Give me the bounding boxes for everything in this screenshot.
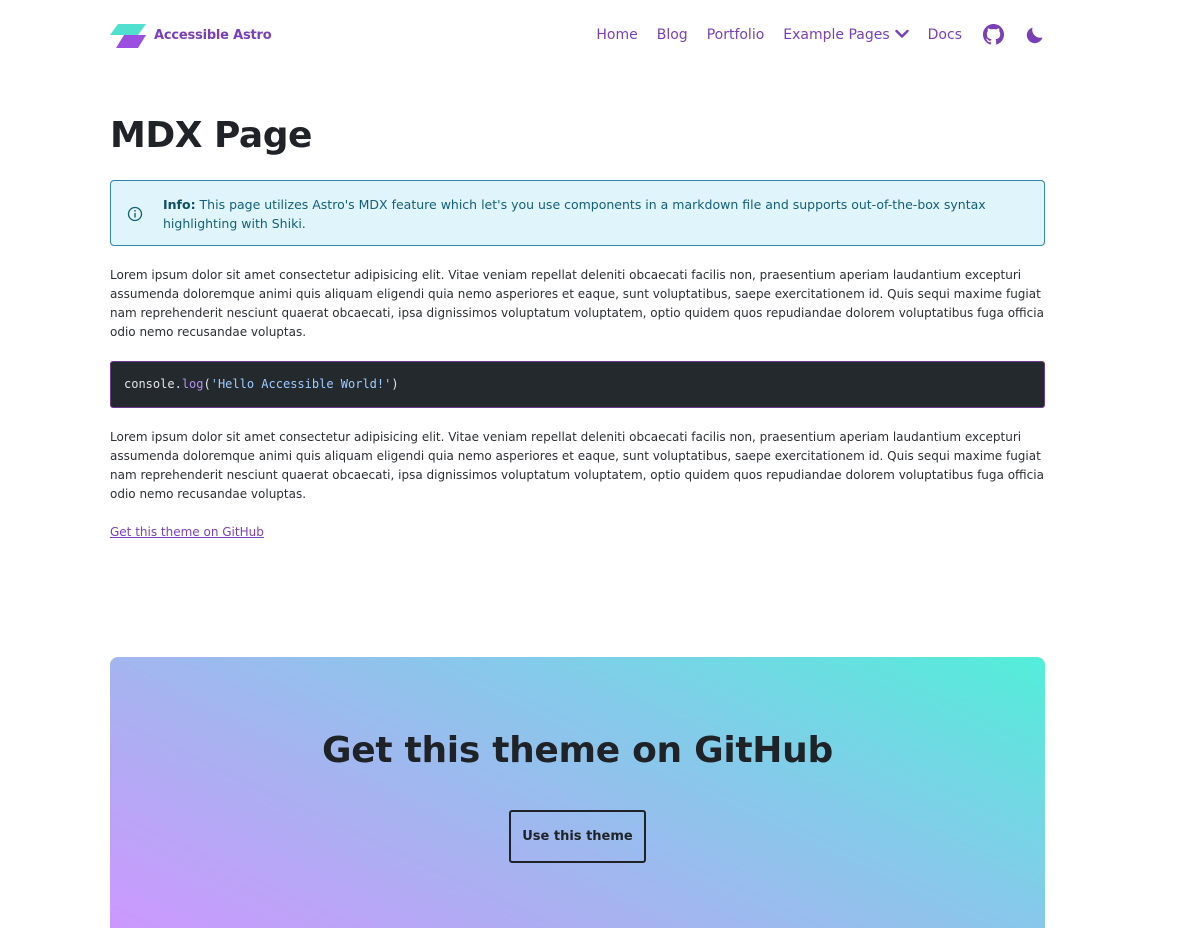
code-block: console.log('Hello Accessible World!') xyxy=(110,361,1045,408)
cta-banner: Get this theme on GitHub Use this theme xyxy=(110,657,1045,928)
github-icon[interactable] xyxy=(983,24,1004,45)
main-nav: Home Blog Portfolio Example Pages Docs xyxy=(577,24,1045,45)
use-theme-button[interactable]: Use this theme xyxy=(509,810,646,863)
code-string: 'Hello Accessible World!' xyxy=(210,377,392,391)
code-object: console xyxy=(124,377,175,391)
paragraph-1: Lorem ipsum dolor sit amet consectetur a… xyxy=(110,268,1044,339)
info-notice: Info: This page utilizes Astro's MDX fea… xyxy=(110,180,1045,246)
cta-title: Get this theme on GitHub xyxy=(322,730,833,771)
notice-body: This page utilizes Astro's MDX feature w… xyxy=(163,197,986,231)
nav-example-pages-label: Example Pages xyxy=(783,26,890,43)
logo-link[interactable]: Accessible Astro xyxy=(110,22,272,48)
code-dot: . xyxy=(174,377,182,391)
nav-home[interactable]: Home xyxy=(596,27,637,43)
moon-icon[interactable] xyxy=(1025,25,1045,45)
code-method: log xyxy=(181,377,204,391)
nav-docs[interactable]: Docs xyxy=(928,27,962,43)
nav-blog[interactable]: Blog xyxy=(657,27,688,43)
logo-text: Accessible Astro xyxy=(154,27,272,43)
nav-example-pages[interactable]: Example Pages xyxy=(783,26,909,43)
notice-label: Info: xyxy=(163,197,196,212)
info-icon xyxy=(127,206,143,226)
github-theme-link[interactable]: Get this theme on GitHub xyxy=(110,525,264,539)
notice-text: Info: This page utilizes Astro's MDX fea… xyxy=(163,195,1024,233)
page-title: MDX Page xyxy=(110,115,312,156)
logo-icon xyxy=(110,22,146,48)
site-header: Accessible Astro Home Blog Portfolio Exa… xyxy=(110,20,1045,52)
chevron-down-icon xyxy=(894,27,909,43)
paragraph-2: Lorem ipsum dolor sit amet consectetur a… xyxy=(110,430,1044,501)
nav-portfolio[interactable]: Portfolio xyxy=(707,27,765,43)
code-close-paren: ) xyxy=(391,377,399,391)
code-open-paren: ( xyxy=(203,377,211,391)
